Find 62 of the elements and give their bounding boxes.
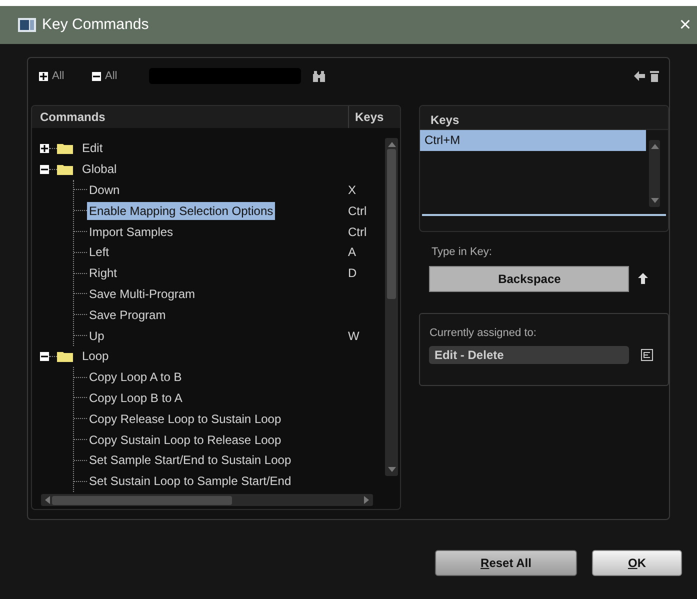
scroll-thumb[interactable] (52, 496, 232, 504)
binoculars-icon[interactable] (313, 70, 325, 82)
tree-item[interactable]: Copy Loop A to B (87, 368, 184, 386)
trash-icon[interactable] (650, 70, 659, 82)
tree-item[interactable]: Edit (80, 139, 105, 158)
collapse-all-icon[interactable] (92, 72, 101, 80)
assigned-label: Currently assigned to: (429, 326, 538, 340)
expand-all-label[interactable]: All (52, 68, 92, 84)
horizontal-scrollbar[interactable] (41, 494, 373, 506)
column-header: Commands (39, 109, 106, 126)
tree-item[interactable]: Save Program (87, 306, 168, 324)
folder-icon (57, 142, 73, 154)
key-item[interactable]: Ctrl+M (420, 130, 646, 151)
tree-item[interactable]: Copy Loop B to A (87, 388, 184, 407)
key-cell-text: A (348, 244, 356, 262)
collapse-icon[interactable] (40, 164, 49, 174)
expand-icon[interactable] (40, 144, 49, 153)
scroll-up-icon[interactable] (388, 141, 396, 147)
tree-item[interactable]: Loop (80, 347, 111, 366)
key-cell-text: Ctrl (348, 224, 367, 241)
key-cell-text: X (348, 182, 356, 199)
window-icon (18, 18, 36, 32)
tree-item[interactable]: Set Sample Start/End to Sustain Loop (87, 451, 294, 470)
tree-item[interactable]: Enable Mapping Selection Options (87, 202, 276, 220)
arrow-up-icon[interactable] (638, 273, 648, 284)
scroll-down-icon[interactable] (650, 198, 659, 204)
scroll-down-icon[interactable] (388, 467, 396, 473)
scroll-right-icon[interactable] (364, 496, 370, 504)
collapse-icon[interactable] (40, 352, 49, 361)
column-header: Keys (354, 109, 384, 126)
window-title: Key Commands (42, 14, 149, 35)
key-input-field[interactable]: Backspace (429, 266, 630, 292)
type-in-key-label: Type in Key: (431, 245, 493, 260)
tree-item[interactable]: Left (87, 243, 112, 262)
scroll-left-icon[interactable] (44, 496, 50, 504)
arrow-left-icon[interactable] (634, 71, 645, 81)
scroll-up-icon[interactable] (650, 143, 659, 149)
tree-item[interactable]: Copy Release Loop to Sustain Loop (87, 410, 284, 428)
folder-icon (57, 164, 73, 175)
tree-item[interactable]: Up (87, 326, 106, 345)
close-button[interactable]: × (679, 15, 691, 35)
tree-item[interactable]: Global (80, 160, 119, 178)
list-icon[interactable] (641, 349, 654, 361)
folder-icon (57, 350, 73, 362)
key-cell-text: Ctrl (348, 202, 367, 220)
dialog-button[interactable]: OK (592, 550, 682, 576)
scroll-thumb[interactable] (387, 149, 396, 299)
collapse-all-label[interactable]: All (105, 68, 149, 84)
keys-heading: Keys (420, 106, 668, 130)
tree-item[interactable]: Copy Sustain Loop to Release Loop (87, 430, 284, 449)
expand-all-icon[interactable] (39, 72, 48, 80)
tree-item[interactable]: Right (87, 264, 120, 282)
tree-item[interactable]: Down (87, 180, 122, 199)
vertical-scrollbar[interactable] (649, 140, 660, 207)
vertical-scrollbar[interactable] (385, 138, 398, 476)
dialog-button[interactable]: Reset All (435, 550, 577, 576)
key-cell-text: D (348, 265, 357, 282)
tree-item[interactable]: Save Multi-Program (87, 284, 198, 303)
tree-item[interactable]: Set Sustain Loop to Sample Start/End (87, 472, 294, 490)
tree-item[interactable]: Import Samples (87, 222, 176, 241)
key-cell-text: W (348, 328, 360, 345)
assigned-value-field: Edit - Delete (429, 346, 630, 364)
